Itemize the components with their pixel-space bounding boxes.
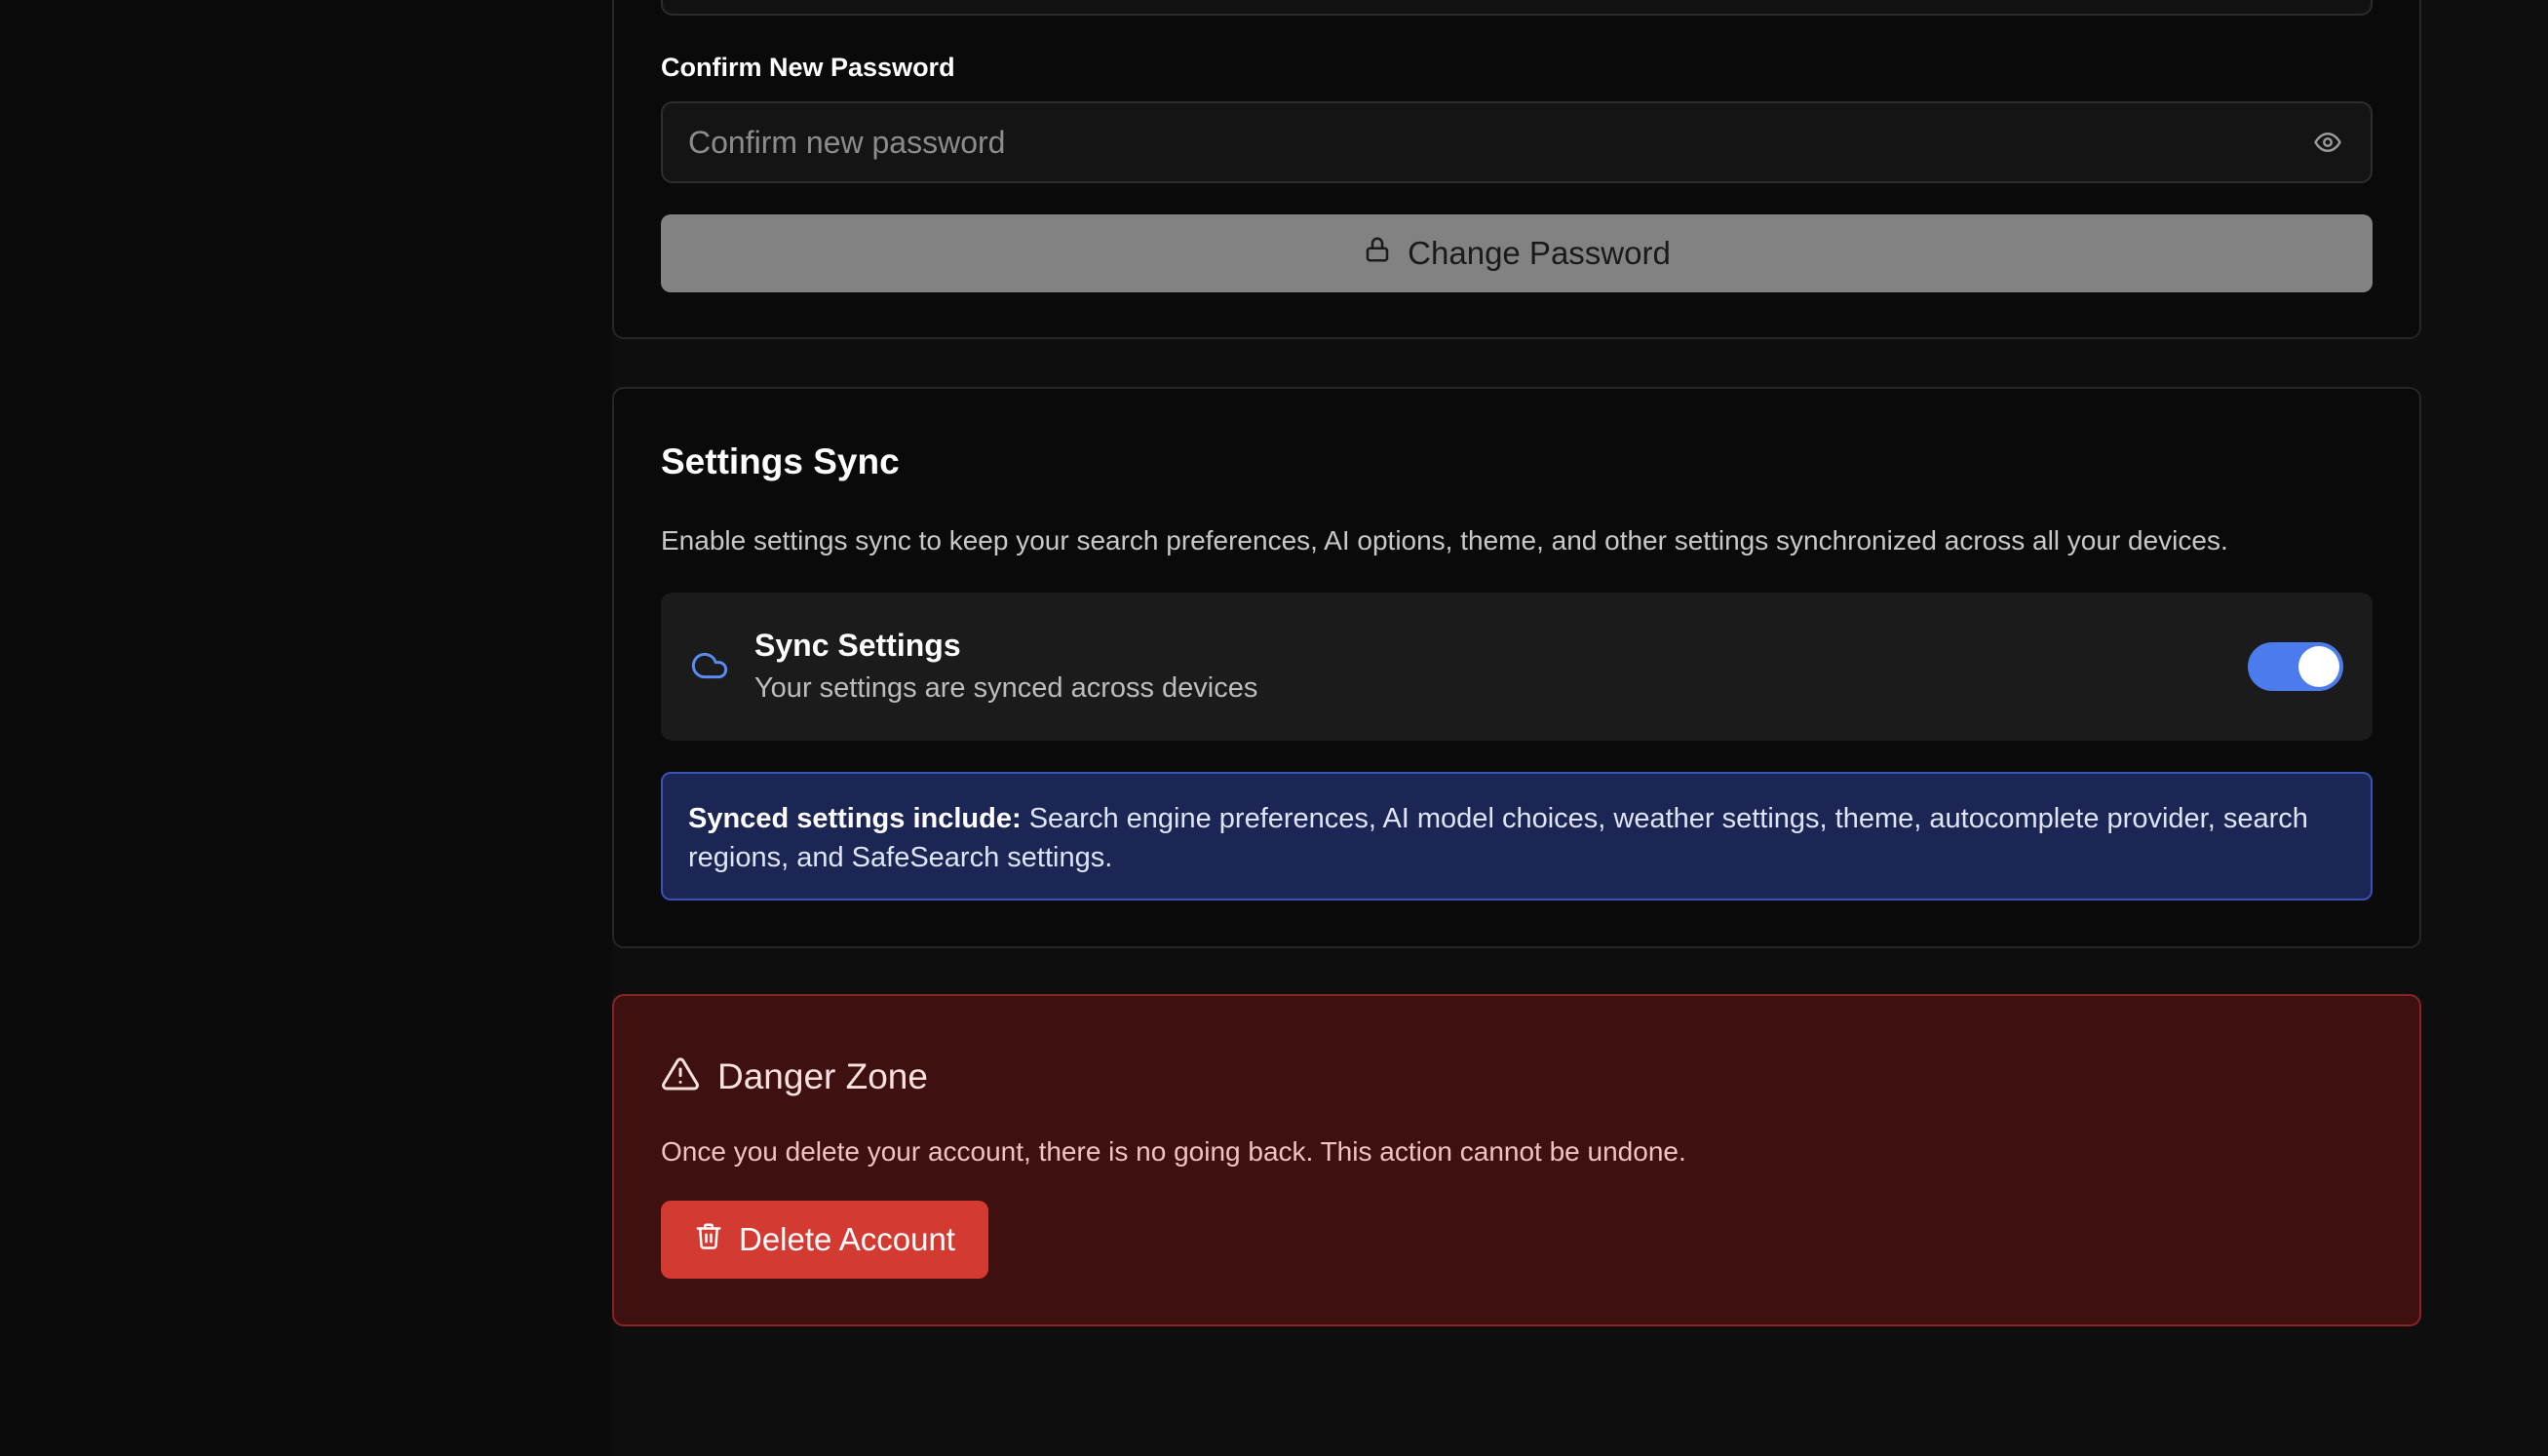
settings-sync-card: Settings Sync Enable settings sync to ke… bbox=[612, 387, 2421, 948]
settings-page: Confirm New Password Change Password Set… bbox=[0, 0, 2548, 1456]
danger-zone-description: Once you delete your account, there is n… bbox=[661, 1136, 1686, 1167]
change-password-card: Confirm New Password Change Password bbox=[612, 0, 2421, 339]
sync-toggle[interactable] bbox=[2248, 642, 2343, 691]
confirm-password-input[interactable] bbox=[688, 124, 2310, 161]
sidebar-area bbox=[0, 0, 612, 1456]
new-password-field[interactable] bbox=[661, 0, 2373, 16]
warning-icon bbox=[661, 1054, 700, 1098]
delete-account-label: Delete Account bbox=[739, 1221, 955, 1257]
info-bold-label: Synced settings include: bbox=[688, 803, 1022, 834]
toggle-knob bbox=[2298, 646, 2339, 687]
danger-zone-header: Danger Zone bbox=[661, 1054, 928, 1098]
trash-icon bbox=[694, 1221, 723, 1258]
change-password-button[interactable]: Change Password bbox=[661, 214, 2373, 292]
sync-settings-title: Sync Settings bbox=[754, 628, 961, 663]
synced-settings-info: Synced settings include: Search engine p… bbox=[661, 772, 2373, 900]
confirm-password-field[interactable] bbox=[661, 101, 2373, 183]
danger-zone-card: Danger Zone Once you delete your account… bbox=[612, 994, 2421, 1326]
sync-settings-subtitle: Your settings are synced across devices bbox=[754, 672, 1258, 704]
cloud-icon bbox=[690, 646, 729, 685]
settings-sync-description: Enable settings sync to keep your search… bbox=[661, 525, 2228, 556]
settings-content: Confirm New Password Change Password Set… bbox=[612, 0, 2421, 1456]
confirm-password-label: Confirm New Password bbox=[661, 53, 955, 82]
delete-account-button[interactable]: Delete Account bbox=[661, 1201, 988, 1279]
change-password-label: Change Password bbox=[1408, 235, 1671, 271]
settings-sync-title: Settings Sync bbox=[661, 441, 900, 481]
danger-zone-title: Danger Zone bbox=[717, 1055, 928, 1096]
lock-icon bbox=[1363, 235, 1392, 272]
sync-settings-row: Sync Settings Your settings are synced a… bbox=[661, 593, 2373, 741]
eye-icon[interactable] bbox=[2310, 125, 2345, 160]
